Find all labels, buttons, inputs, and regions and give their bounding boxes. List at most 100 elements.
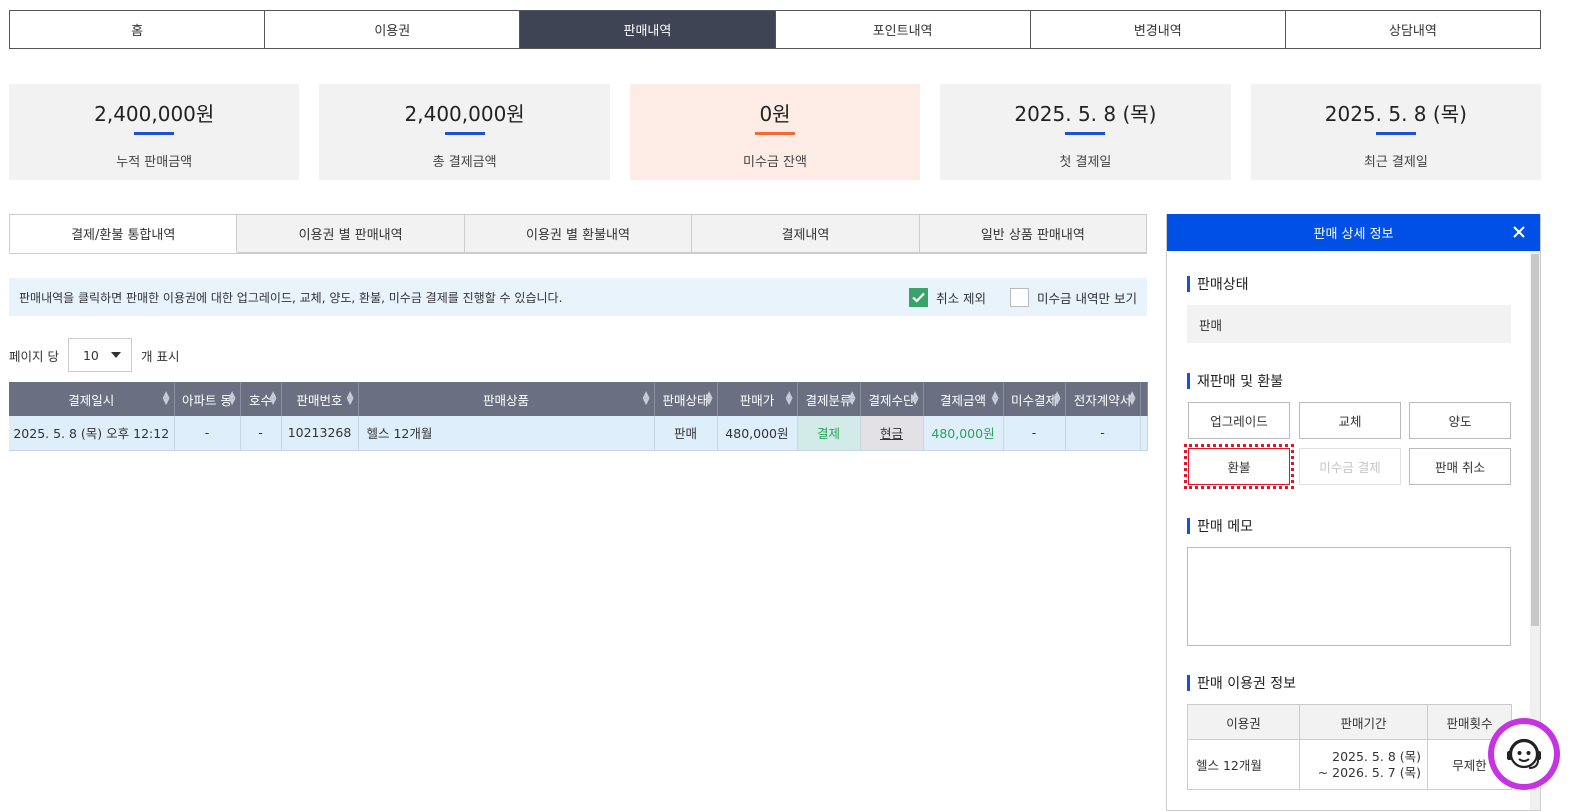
card-underline — [444, 132, 485, 135]
ticket-period-start: 2025. 5. 8 (목) — [1332, 748, 1421, 764]
unpaid-payment-button[interactable]: 미수금 결제 — [1299, 448, 1401, 485]
card-underline — [1065, 132, 1106, 135]
tab-payments[interactable]: 결제내역 — [692, 214, 920, 253]
sort-icon[interactable]: ▲ ▼ — [1054, 391, 1061, 407]
col-header-method[interactable]: 결제수단 ▲ ▼ — [860, 382, 924, 416]
nav-sales-history[interactable]: 판매내역 — [520, 11, 776, 48]
card-unpaid-balance: 0원 미수금 잔액 — [629, 84, 921, 180]
ticket-header-row: 이용권 판매기간 판매횟수 — [1187, 704, 1512, 740]
nav-consultations[interactable]: 상담내역 — [1285, 11, 1541, 48]
ticket-period-end: ~ 2026. 5. 7 (목) — [1317, 764, 1421, 780]
col-header-amount[interactable]: 결제금액 ▲ ▼ — [923, 382, 1004, 416]
sort-icon[interactable]: ▲ ▼ — [270, 391, 277, 407]
sort-icon[interactable]: ▲ ▼ — [849, 391, 856, 407]
ticket-col-period: 판매기간 — [1299, 704, 1428, 740]
cell-date: 2025. 5. 8 (목) 오후 12:12 — [9, 416, 175, 451]
card-underline — [134, 132, 175, 135]
col-header-price[interactable]: 판매가 ▲ ▼ — [717, 382, 798, 416]
col-header-date[interactable]: 결제일시 ▲ ▼ — [9, 382, 175, 416]
card-total-sales: 2,400,000원 누적 판매금액 — [9, 84, 300, 180]
card-underline — [1375, 132, 1416, 135]
col-header-pay-type[interactable]: 결제분류 ▲ ▼ — [797, 382, 861, 416]
card-value: 2,400,000원 — [94, 102, 215, 126]
sort-icon[interactable]: ▲ ▼ — [992, 391, 999, 407]
nav-home[interactable]: 홈 — [10, 11, 266, 48]
sales-table: 결제일시 ▲ ▼ 아파트 동 ▲ ▼ 호수 ▲ ▼ 판매번호 ▲ ▼ 판매상품 ▲ ▼ 판매상태 ▲ ▼… — [9, 382, 1148, 451]
ticket-info-table: 이용권 판매기간 판매횟수 헬스 12개월 2025. 5. 8 (목) ~ 2… — [1187, 704, 1512, 790]
cell-unpaid: - — [1003, 416, 1066, 451]
card-label: 최근 결제일 — [1363, 155, 1428, 170]
sort-icon[interactable]: ▲ ▼ — [347, 391, 354, 407]
top-nav: 홈 이용권 판매내역 포인트내역 변경내역 상담내역 — [9, 10, 1541, 49]
nav-tickets[interactable]: 이용권 — [265, 11, 521, 48]
table-row[interactable]: 2025. 5. 8 (목) 오후 12:12 - - 10213268 헬스 … — [9, 416, 1148, 451]
nav-points[interactable]: 포인트내역 — [775, 11, 1031, 48]
panel-scrollbar-thumb[interactable] — [1531, 254, 1539, 626]
table-row: 헬스 12개월 2025. 5. 8 (목) ~ 2026. 5. 7 (목) … — [1187, 739, 1512, 790]
close-icon[interactable] — [1508, 221, 1530, 243]
col-header-contract[interactable]: 전자계약서 ▲ ▼ — [1065, 382, 1141, 416]
nav-changes[interactable]: 변경내역 — [1030, 11, 1286, 48]
card-value: 2,400,000원 — [404, 102, 525, 126]
ticket-name: 헬스 12개월 — [1187, 739, 1300, 790]
cell-contract: - — [1065, 416, 1141, 451]
tab-general-products[interactable]: 일반 상품 판매내역 — [919, 214, 1148, 253]
upgrade-button[interactable]: 업그레이드 — [1188, 402, 1290, 439]
tab-combined[interactable]: 결제/환불 통합내역 — [9, 214, 238, 253]
cell-amount: 480,000원 — [923, 416, 1004, 451]
exclude-cancel-checkbox[interactable]: 취소 제외 — [909, 287, 987, 307]
per-page-prefix: 페이지 당 — [9, 348, 59, 364]
col-header-unpaid[interactable]: 미수결제 ▲ ▼ — [1003, 382, 1066, 416]
ticket-col-name: 이용권 — [1187, 704, 1300, 740]
card-value: 2025. 5. 8 (목) — [1324, 102, 1467, 126]
unpaid-only-checkbox[interactable]: 미수금 내역만 보기 — [1010, 287, 1137, 307]
memo-textarea[interactable] — [1187, 547, 1511, 646]
cancel-sale-button[interactable]: 판매 취소 — [1409, 448, 1511, 485]
sort-icon[interactable]: ▲ ▼ — [163, 391, 170, 407]
info-message: 판매내역을 클릭하면 판매한 이용권에 대한 업그레이드, 교체, 양도, 환불… — [19, 290, 563, 305]
col-header-status[interactable]: 판매상태 ▲ ▼ — [654, 382, 718, 416]
cell-pay-type: 결제 — [797, 416, 861, 451]
transfer-button[interactable]: 양도 — [1409, 402, 1511, 439]
ticket-period: 2025. 5. 8 (목) ~ 2026. 5. 7 (목) — [1299, 739, 1428, 790]
col-header-sale-no[interactable]: 판매번호 ▲ ▼ — [281, 382, 359, 416]
card-underline — [755, 132, 796, 135]
sort-icon[interactable]: ▲ ▼ — [706, 391, 713, 407]
help-chat-button[interactable] — [1488, 718, 1560, 790]
checkbox-empty-icon[interactable] — [1010, 287, 1030, 307]
card-label: 누적 판매금액 — [116, 155, 193, 170]
cell-method-link[interactable]: 현금 — [860, 416, 924, 451]
memo-section-title: 판매 메모 — [1187, 516, 1253, 536]
card-total-paid: 2,400,000원 총 결제금액 — [319, 84, 610, 180]
checkbox-label: 취소 제외 — [936, 290, 987, 306]
checkbox-checked-icon[interactable] — [909, 287, 929, 307]
exchange-button[interactable]: 교체 — [1299, 402, 1401, 439]
refund-button[interactable]: 환불 — [1184, 444, 1294, 489]
sort-icon[interactable]: ▲ ▼ — [912, 391, 919, 407]
cell-sale-no: 10213268 — [281, 416, 359, 451]
card-recent-payment: 2025. 5. 8 (목) 최근 결제일 — [1250, 84, 1542, 180]
col-header-dong[interactable]: 아파트 동 ▲ ▼ — [174, 382, 241, 416]
sale-detail-panel: 판매 상세 정보 판매상태 판매 재판매 및 환불 업그레이드 교체 양도 환불… — [1166, 214, 1541, 811]
support-agent-icon — [1494, 724, 1554, 784]
history-tabs: 결제/환불 통합내역 이용권 별 판매내역 이용권 별 환불내역 결제내역 일반… — [9, 214, 1148, 254]
per-page-select[interactable]: 10 — [67, 338, 132, 372]
summary-cards: 2,400,000원 누적 판매금액 2,400,000원 총 결제금액 0원 … — [9, 84, 1542, 180]
resale-section-title: 재판매 및 환불 — [1187, 371, 1283, 391]
cell-extra — [1140, 416, 1148, 451]
sort-icon[interactable]: ▲ ▼ — [1129, 391, 1136, 407]
per-page-control: 페이지 당 10 개 표시 — [9, 338, 179, 372]
tab-refunds-by-ticket[interactable]: 이용권 별 환불내역 — [464, 214, 693, 253]
sort-icon[interactable]: ▲ ▼ — [786, 391, 793, 407]
sort-icon[interactable]: ▲ ▼ — [643, 391, 650, 407]
card-label: 첫 결제일 — [1059, 155, 1112, 170]
tab-sales-by-ticket[interactable]: 이용권 별 판매내역 — [237, 214, 465, 253]
panel-header: 판매 상세 정보 — [1167, 214, 1540, 251]
sort-icon[interactable]: ▲ ▼ — [229, 391, 236, 407]
col-header-product[interactable]: 판매상품 ▲ ▼ — [358, 382, 655, 416]
col-header-ho[interactable]: 호수 ▲ ▼ — [240, 382, 282, 416]
status-value-box: 판매 — [1187, 305, 1511, 343]
col-header-extra — [1140, 382, 1148, 416]
cell-price: 480,000원 — [717, 416, 798, 451]
card-label: 총 결제금액 — [432, 155, 497, 170]
